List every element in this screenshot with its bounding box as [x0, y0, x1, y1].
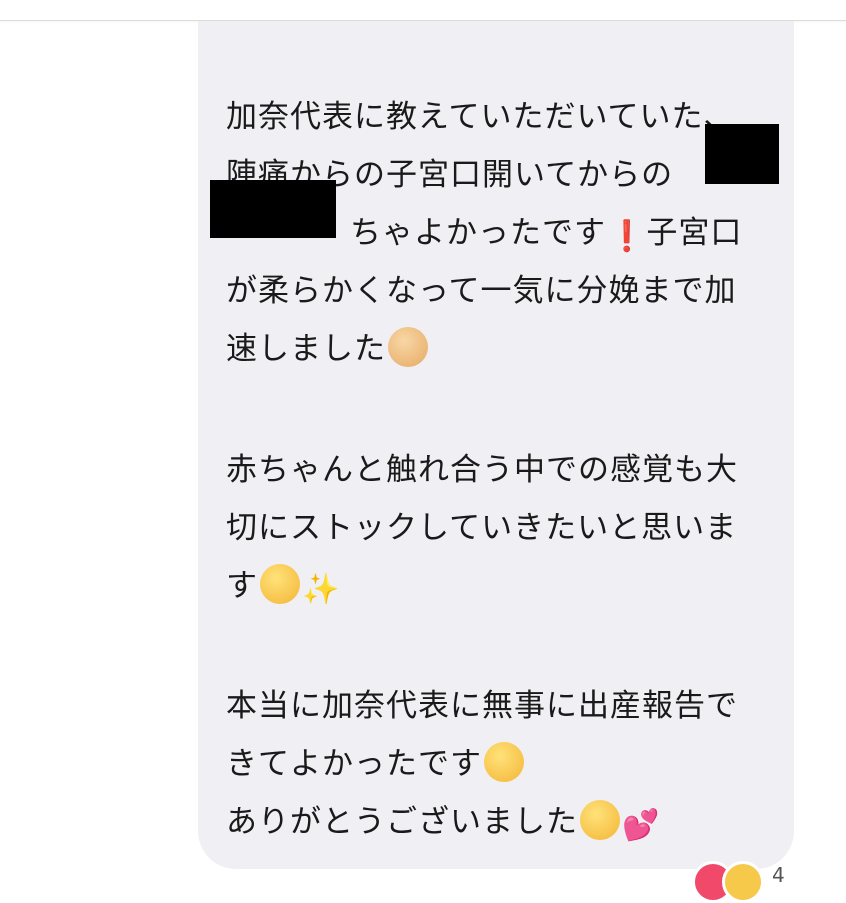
sparkles-icon: ✨: [302, 572, 341, 607]
message-line: 加奈代表に教えていただいていた、: [226, 99, 736, 135]
exclamation-icon: ❗: [608, 219, 647, 254]
message-line: 赤ちゃんと触れ合う中での感覚も大: [226, 452, 738, 488]
message-reactions[interactable]: 4: [692, 857, 792, 903]
reaction-count: 4: [772, 863, 785, 887]
message-line: が柔らかくなって一気に分娩まで加: [226, 273, 737, 309]
message-line: ありがとうございました 💕: [226, 793, 786, 851]
smiling-face-with-hearts-emoji-icon: [580, 800, 620, 840]
message-line: 本当に加奈代表に無事に出産報告で: [226, 688, 738, 724]
two-hearts-icon: 💕: [622, 808, 661, 843]
redaction-block: [210, 180, 336, 238]
crying-face-emoji-icon: [484, 742, 524, 782]
top-bar: [0, 0, 846, 21]
baby-emoji-icon: [388, 327, 428, 367]
message-bubble[interactable]: 加奈代表に教えていただいていた、 陣痛からの子宮口開いてからの ちゃよかったです…: [198, 21, 794, 869]
message-line: す ✨: [226, 557, 786, 615]
message-paragraph-2: 赤ちゃんと触れ合う中での感覚も大 切にストックしていきたいと思いま す ✨: [226, 441, 786, 615]
message-line: 速しました: [226, 320, 786, 378]
relieved-face-emoji-icon: [260, 564, 300, 604]
message-line: 切にストックしていきたいと思いま: [226, 510, 738, 546]
message-paragraph-3: 本当に加奈代表に無事に出産報告で きてよかったです ありがとうございました 💕: [226, 677, 786, 851]
smiling-face-icon: [722, 861, 764, 903]
message-line: きてよかったです: [226, 735, 786, 793]
redaction-block: [705, 124, 779, 184]
